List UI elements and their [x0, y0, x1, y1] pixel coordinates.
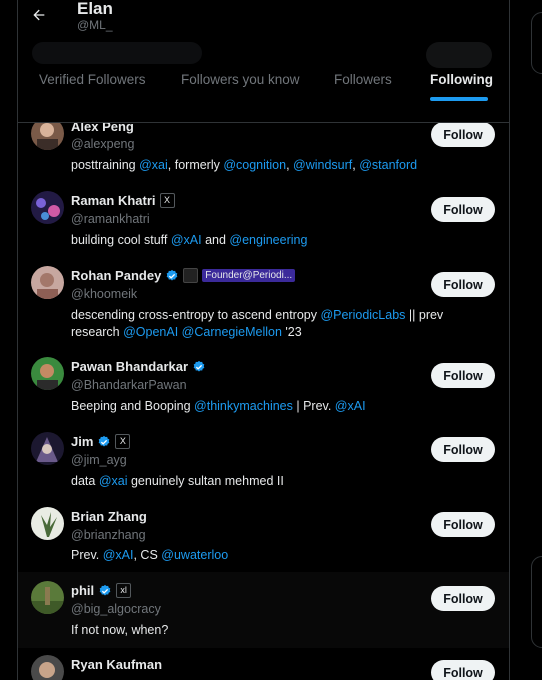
x-affiliation-icon: X — [159, 193, 175, 208]
bio-text: Beeping and Booping — [71, 399, 195, 413]
profile-name: Elan — [77, 0, 113, 18]
bio-text: | Prev. — [292, 399, 335, 413]
right-sidebar-card — [531, 12, 542, 74]
avatar — [31, 507, 64, 540]
follow-button[interactable]: Follow — [431, 363, 495, 388]
user-name[interactable]: Raman Khatri — [71, 193, 156, 208]
user-bio: building cool stuff @xAI and @engineerin… — [71, 232, 491, 249]
follow-tabs: Verified Followers Followers you know Fo… — [18, 62, 509, 102]
profile-header: Elan @ML_ Verified Followers Followers y… — [18, 0, 509, 123]
affiliation-label[interactable]: Founder@Periodi... — [202, 269, 296, 282]
tab-following[interactable]: Following — [430, 72, 493, 87]
verified-badge-icon — [166, 269, 178, 280]
x-affiliation-icon: X — [115, 434, 131, 449]
follow-button[interactable]: Follow — [431, 512, 495, 537]
avatar — [31, 266, 64, 299]
follow-button[interactable]: Follow — [431, 660, 495, 680]
avatar — [31, 432, 64, 465]
mention-link[interactable]: @xAI — [171, 233, 202, 247]
org-logo-icon: xl — [116, 583, 132, 598]
bio-text: and — [201, 233, 230, 247]
user-handle[interactable]: @khoomeik — [71, 287, 137, 301]
avatar — [31, 191, 64, 224]
user-handle[interactable]: @jim_ayg — [71, 453, 127, 467]
avatar — [31, 655, 64, 680]
user-bio: Prev. @xAI, CS @uwaterloo — [71, 547, 491, 564]
mention-link[interactable]: @xai — [139, 158, 168, 172]
bio-text: '23 — [281, 325, 302, 339]
mention-link[interactable]: @xAI — [335, 399, 366, 413]
bio-text: , — [286, 158, 294, 172]
following-column: Elan @ML_ Verified Followers Followers y… — [17, 0, 510, 680]
bio-text: building cool stuff — [71, 233, 171, 247]
user-handle[interactable]: @BhandarkarPawan — [71, 378, 187, 392]
user-name[interactable]: Jim — [71, 434, 93, 449]
follow-button[interactable]: Follow — [431, 586, 495, 611]
mention-link[interactable]: @uwaterloo — [161, 548, 228, 562]
user-handle[interactable]: @brianzhang — [71, 528, 146, 542]
user-row-rohan-pandey[interactable]: Rohan Pandey Founder@Periodi... @khoomei… — [18, 260, 509, 350]
mention-link[interactable]: @CarnegieMellon — [182, 325, 282, 339]
active-tab-indicator — [430, 97, 488, 101]
back-arrow-icon[interactable] — [28, 4, 50, 26]
user-handle[interactable]: @ramankhatri — [71, 212, 150, 226]
bio-text: posttraining — [71, 158, 140, 172]
bio-text: data — [71, 474, 99, 488]
user-bio: descending cross-entropy to ascend entro… — [71, 307, 491, 341]
mention-link[interactable]: @OpenAI — [123, 325, 178, 339]
verified-badge-icon — [99, 435, 110, 446]
user-name[interactable]: Rohan Pandey — [71, 268, 161, 283]
avatar — [31, 357, 64, 390]
tab-followers-you-know[interactable]: Followers you know — [181, 72, 300, 87]
left-gutter — [0, 0, 17, 680]
user-bio: Beeping and Booping @thinkymachines | Pr… — [71, 398, 491, 415]
bio-text: genuinely sultan mehmed II — [127, 474, 284, 488]
blurred-bar — [32, 42, 202, 64]
mention-link[interactable]: @xAI — [103, 548, 134, 562]
mention-link[interactable]: @stanford — [359, 158, 417, 172]
user-row-ryan-kaufman[interactable]: Ryan Kaufman Follow — [18, 648, 509, 680]
follow-button[interactable]: Follow — [431, 437, 495, 462]
user-bio: If not now, when? — [71, 622, 491, 639]
user-row-jim[interactable]: Jim X @jim_ayg data @xai genuinely sulta… — [18, 425, 509, 500]
user-name[interactable]: Ryan Kaufman — [71, 657, 162, 672]
right-sidebar-card — [531, 556, 542, 648]
org-logo-icon — [183, 268, 199, 283]
mention-link[interactable]: @engineering — [229, 233, 307, 247]
bio-text: Prev. — [71, 548, 103, 562]
bio-text: , formerly — [167, 158, 224, 172]
mention-link[interactable]: @windsurf — [293, 158, 352, 172]
user-name[interactable]: Brian Zhang — [71, 509, 147, 524]
verified-badge-icon — [99, 584, 111, 595]
user-row-pawan-bhandarkar[interactable]: Pawan Bhandarkar @BhandarkarPawan Beepin… — [18, 350, 509, 425]
user-name[interactable]: phil — [71, 583, 94, 598]
user-handle[interactable]: @alexpeng — [71, 137, 134, 151]
follow-button[interactable]: Follow — [431, 122, 495, 147]
user-row-phil[interactable]: phil xl @big_algocracy If not now, when?… — [18, 572, 509, 648]
mention-link[interactable]: @PeriodicLabs — [320, 308, 405, 322]
mention-link[interactable]: @cognition — [223, 158, 286, 172]
verified-badge-icon — [193, 360, 205, 371]
user-handle[interactable]: @big_algocracy — [71, 602, 161, 616]
bio-text: If not now, when? — [71, 623, 169, 637]
bio-text: descending cross-entropy to ascend entro… — [71, 308, 321, 322]
avatar — [31, 581, 64, 614]
tab-followers[interactable]: Followers — [334, 72, 392, 87]
tab-verified-followers[interactable]: Verified Followers — [39, 72, 146, 87]
user-row-brian-zhang[interactable]: Brian Zhang @brianzhang Prev. @xAI, CS @… — [18, 500, 509, 572]
follow-button[interactable]: Follow — [431, 197, 495, 222]
profile-handle: @ML_ — [77, 18, 113, 32]
user-name[interactable]: Pawan Bhandarkar — [71, 359, 188, 374]
bio-text: , CS — [133, 548, 162, 562]
mention-link[interactable]: @xai — [99, 474, 128, 488]
follow-button[interactable]: Follow — [431, 272, 495, 297]
mention-link[interactable]: @thinkymachines — [194, 399, 293, 413]
user-bio: data @xai genuinely sultan mehmed II — [71, 473, 491, 490]
user-bio: posttraining @xai, formerly @cognition, … — [71, 157, 491, 174]
user-row-raman-khatri[interactable]: Raman Khatri X @ramankhatri building coo… — [18, 185, 509, 260]
